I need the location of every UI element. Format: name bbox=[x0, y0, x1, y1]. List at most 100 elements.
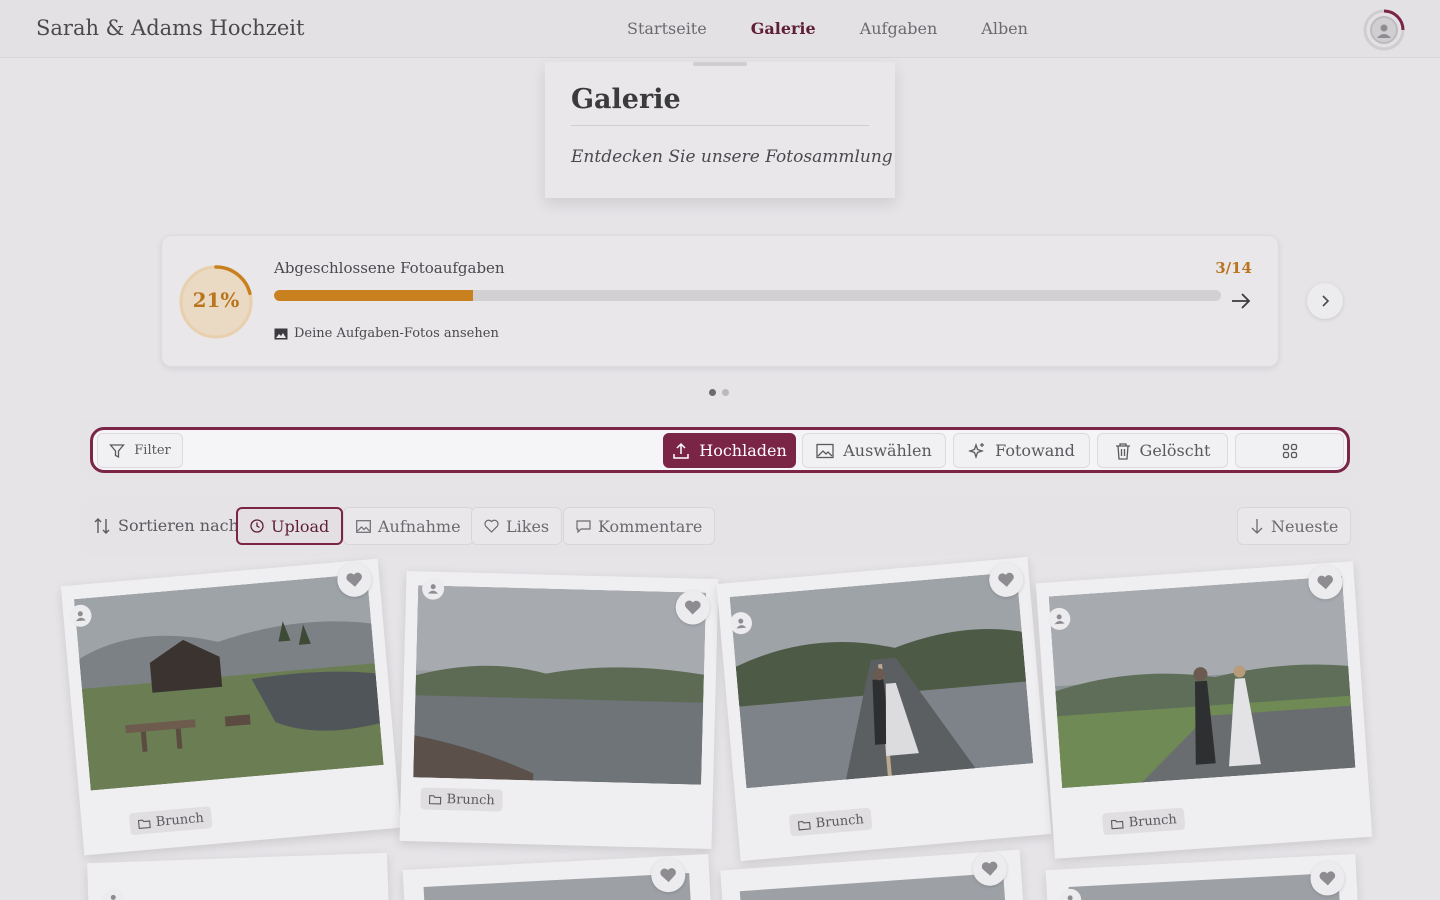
sort-arrows-icon bbox=[94, 517, 110, 534]
photo-cabin-lake bbox=[74, 573, 384, 791]
album-tag[interactable]: Brunch bbox=[788, 807, 873, 837]
photo-card[interactable] bbox=[87, 852, 389, 900]
sort-likes-button[interactable]: Likes bbox=[471, 507, 563, 545]
progress-bar-fill bbox=[274, 290, 473, 301]
nav-galerie[interactable]: Galerie bbox=[751, 19, 816, 38]
trash-icon bbox=[1115, 442, 1130, 460]
arrow-down-icon bbox=[1251, 519, 1263, 534]
task-photos-link[interactable]: Deine Aufgaben-Fotos ansehen bbox=[274, 326, 499, 341]
album-tag-label: Brunch bbox=[155, 810, 205, 830]
grid-icon bbox=[1282, 443, 1297, 458]
sort-upload-label: Upload bbox=[271, 516, 330, 536]
task-photos-link-label: Deine Aufgaben-Fotos ansehen bbox=[294, 326, 499, 341]
upload-label: Hochladen bbox=[699, 441, 787, 460]
progress-percent: 21% bbox=[192, 288, 240, 312]
folder-icon bbox=[1110, 819, 1124, 829]
carousel-next-button[interactable] bbox=[1307, 283, 1343, 319]
sort-label: Sortieren nach bbox=[94, 516, 239, 535]
clock-icon bbox=[250, 519, 264, 533]
photo-image[interactable] bbox=[413, 585, 707, 785]
photo-road-couple bbox=[729, 571, 1034, 789]
photo-image[interactable] bbox=[739, 872, 1006, 900]
photo-card[interactable]: Brunch bbox=[716, 556, 1052, 862]
gallery-title-card: Galerie Entdecken Sie unsere Fotosammlun… bbox=[545, 62, 895, 198]
carousel-dots bbox=[709, 389, 729, 396]
select-button[interactable]: Auswählen bbox=[802, 433, 946, 468]
filter-button[interactable]: Filter bbox=[97, 433, 183, 468]
photo-tasks-progress-card[interactable]: 21% Abgeschlossene Fotoaufgaben 3/14 Dei… bbox=[161, 235, 1279, 367]
filter-label: Filter bbox=[134, 443, 171, 458]
user-icon bbox=[1377, 24, 1391, 38]
heart-icon bbox=[981, 861, 998, 876]
user-icon bbox=[736, 618, 747, 629]
album-tag[interactable]: Brunch bbox=[420, 787, 504, 812]
chevron-right-icon bbox=[1322, 295, 1330, 307]
uploader-avatar bbox=[101, 887, 125, 900]
avatar bbox=[1370, 16, 1398, 44]
album-tag[interactable]: Brunch bbox=[128, 806, 213, 836]
site-brand[interactable]: Sarah & Adams Hochzeit bbox=[36, 16, 304, 40]
gallery-toolbar: Filter Hochladen Auswählen Fotowand Gelö… bbox=[90, 427, 1350, 473]
sparkles-icon bbox=[968, 442, 985, 459]
photo-walking-couple bbox=[1048, 576, 1356, 789]
album-tag-label: Brunch bbox=[446, 791, 495, 808]
user-avatar-button[interactable] bbox=[1362, 8, 1406, 52]
nav-aufgaben[interactable]: Aufgaben bbox=[860, 19, 938, 38]
progress-title: Abgeschlossene Fotoaufgaben bbox=[274, 259, 505, 277]
sort-likes-label: Likes bbox=[506, 516, 550, 536]
carousel-dot-1[interactable] bbox=[709, 389, 716, 396]
folder-icon bbox=[797, 820, 811, 830]
progress-count: 3/14 bbox=[1215, 259, 1252, 277]
heart-icon bbox=[1319, 871, 1336, 886]
sort-aufnahme-button[interactable]: Aufnahme bbox=[343, 507, 474, 545]
album-tag-label: Brunch bbox=[815, 811, 865, 831]
nav-startseite[interactable]: Startseite bbox=[627, 19, 707, 38]
photowall-button[interactable]: Fotowand bbox=[953, 433, 1090, 468]
user-icon bbox=[1054, 614, 1065, 625]
page-subtitle: Entdecken Sie unsere Fotosammlung bbox=[571, 147, 893, 167]
deleted-label: Gelöscht bbox=[1139, 441, 1211, 460]
user-icon bbox=[428, 584, 439, 594]
upload-icon bbox=[673, 442, 689, 459]
sort-kommentare-label: Kommentare bbox=[598, 516, 703, 536]
photo-card[interactable]: Brunch bbox=[60, 558, 402, 856]
folder-icon bbox=[137, 819, 151, 829]
heart-icon bbox=[660, 868, 676, 883]
sort-order-button[interactable]: Neueste bbox=[1237, 507, 1352, 545]
sort-kommentare-button[interactable]: Kommentare bbox=[563, 507, 716, 545]
photo-card[interactable]: Brunch bbox=[1035, 561, 1373, 859]
card-tab-decoration bbox=[693, 62, 747, 66]
heart-icon bbox=[1317, 575, 1333, 590]
photo-card[interactable]: Brunch bbox=[399, 570, 719, 850]
photo-image[interactable] bbox=[1048, 576, 1356, 789]
album-tag-label: Brunch bbox=[1128, 811, 1178, 831]
album-tag[interactable]: Brunch bbox=[1101, 807, 1186, 836]
photowall-label: Fotowand bbox=[995, 441, 1075, 460]
photo-image[interactable] bbox=[729, 571, 1034, 789]
carousel-dot-2[interactable] bbox=[722, 389, 729, 396]
like-button[interactable] bbox=[1309, 860, 1346, 897]
photo-card[interactable] bbox=[1045, 853, 1359, 900]
image-icon bbox=[816, 443, 834, 458]
photo-lake bbox=[413, 585, 707, 785]
deleted-button[interactable]: Gelöscht bbox=[1097, 433, 1228, 468]
title-divider bbox=[571, 125, 869, 126]
top-header: Sarah & Adams Hochzeit Startseite Galeri… bbox=[0, 0, 1440, 58]
page-title: Galerie bbox=[571, 84, 681, 115]
arrow-right-icon[interactable] bbox=[1230, 290, 1252, 312]
photo-image[interactable] bbox=[74, 573, 384, 791]
select-label: Auswählen bbox=[843, 441, 932, 460]
heart-icon bbox=[998, 572, 1014, 587]
user-icon bbox=[75, 611, 86, 622]
photo-image[interactable] bbox=[1068, 872, 1341, 900]
image-icon bbox=[274, 328, 288, 339]
user-icon bbox=[110, 894, 116, 900]
grid-view-button[interactable] bbox=[1235, 433, 1344, 468]
photo-card[interactable] bbox=[402, 854, 712, 900]
main-nav: Startseite Galerie Aufgaben Alben bbox=[627, 19, 1072, 38]
upload-button[interactable]: Hochladen bbox=[663, 433, 796, 468]
sort-label-text: Sortieren nach bbox=[118, 516, 239, 535]
filter-icon bbox=[109, 443, 126, 458]
nav-alben[interactable]: Alben bbox=[981, 19, 1028, 38]
sort-upload-button[interactable]: Upload bbox=[236, 507, 344, 545]
